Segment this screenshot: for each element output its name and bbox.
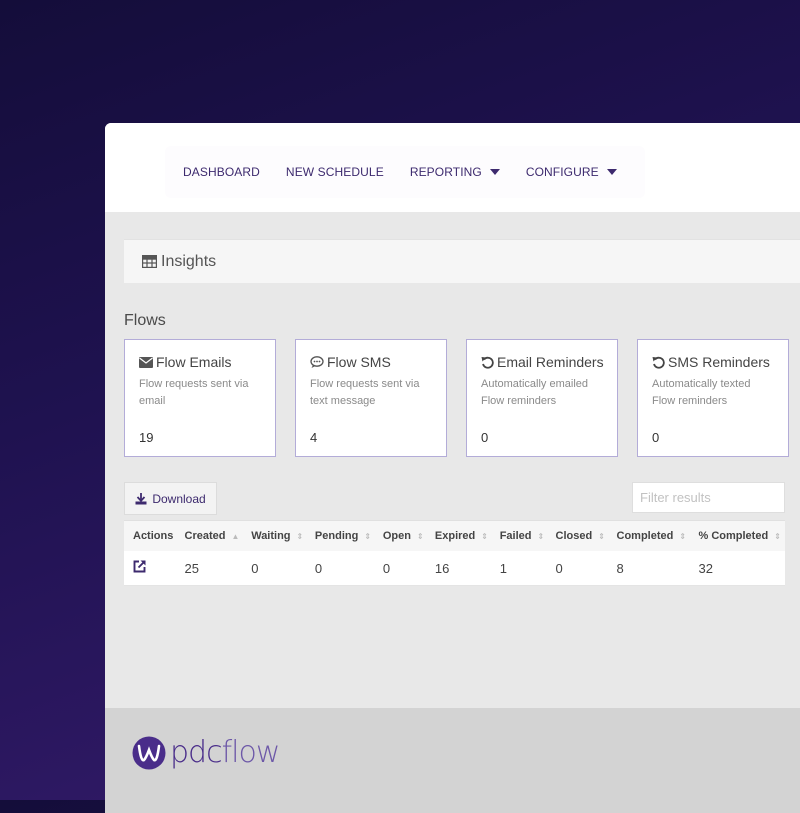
sort-icon: ⇕ (417, 532, 424, 541)
column-header-waiting[interactable]: Waiting⇕ (242, 521, 306, 552)
sort-icon: ⇕ (364, 532, 371, 541)
cell-open: 0 (374, 551, 426, 586)
nav-dashboard[interactable]: DASHBOARD (183, 165, 260, 179)
cell-pending: 0 (306, 551, 374, 586)
table-row: 25 0 0 0 16 1 0 8 32 (124, 551, 785, 586)
nav-label: REPORTING (410, 165, 482, 179)
column-header-completed[interactable]: Completed⇕ (608, 521, 690, 552)
main-nav: DASHBOARD NEW SCHEDULE REPORTING CONFIGU… (165, 146, 645, 198)
flows-table: Actions Created▲ Waiting⇕ Pending⇕ Open⇕… (124, 520, 785, 586)
section-title: Flows (124, 312, 166, 330)
sort-asc-icon: ▲ (231, 532, 239, 541)
card-description: Automatically emailed Flow reminders (481, 376, 603, 410)
sort-icon: ⇕ (537, 532, 544, 541)
download-label: Download (152, 492, 205, 506)
nav-label: DASHBOARD (183, 165, 260, 179)
pdcflow-logo: pdcflow (132, 735, 279, 770)
cell-completed: 8 (608, 551, 690, 586)
card-title: Flow SMS (327, 354, 391, 370)
column-header-failed[interactable]: Failed⇕ (491, 521, 547, 552)
card-flow-emails: Flow Emails Flow requests sent via email… (124, 339, 276, 457)
column-header-closed[interactable]: Closed⇕ (547, 521, 608, 552)
card-email-reminders: Email Reminders Automatically emailed Fl… (466, 339, 618, 457)
footer: pdcflow (105, 708, 800, 813)
column-header-open[interactable]: Open⇕ (374, 521, 426, 552)
card-description: Flow requests sent via email (139, 376, 261, 410)
cell-failed: 1 (491, 551, 547, 586)
top-bar: DASHBOARD NEW SCHEDULE REPORTING CONFIGU… (105, 123, 800, 212)
column-header-expired[interactable]: Expired⇕ (426, 521, 491, 552)
envelope-icon (139, 357, 153, 368)
nav-reporting[interactable]: REPORTING (410, 165, 500, 179)
sort-icon: ⇕ (297, 532, 304, 541)
cell-created: 25 (176, 551, 243, 586)
logo-text: pdcflow (170, 735, 279, 770)
card-flow-sms: Flow SMS Flow requests sent via text mes… (295, 339, 447, 457)
card-title: Email Reminders (497, 354, 604, 370)
column-header-percent-completed[interactable]: % Completed⇕ (690, 521, 786, 552)
page-title: Insights (161, 253, 216, 271)
card-sms-reminders: SMS Reminders Automatically texted Flow … (637, 339, 789, 457)
card-value: 19 (139, 430, 153, 445)
logo-mark-icon (132, 736, 166, 770)
card-value: 0 (652, 430, 659, 445)
nav-label: CONFIGURE (526, 165, 599, 179)
insights-panel-header: Insights (124, 239, 800, 283)
cell-percent-completed: 32 (690, 551, 786, 586)
sort-icon: ⇕ (598, 532, 605, 541)
column-header-pending[interactable]: Pending⇕ (306, 521, 374, 552)
undo-icon (652, 356, 665, 369)
flow-cards: Flow Emails Flow requests sent via email… (124, 339, 800, 457)
sort-icon: ⇕ (679, 532, 686, 541)
card-description: Automatically texted Flow reminders (652, 376, 774, 410)
table-icon (142, 255, 157, 268)
filter-results-input[interactable] (632, 482, 785, 513)
nav-label: NEW SCHEDULE (286, 165, 384, 179)
caret-down-icon (607, 169, 617, 175)
cell-waiting: 0 (242, 551, 306, 586)
card-title: SMS Reminders (668, 354, 770, 370)
app-window: DASHBOARD NEW SCHEDULE REPORTING CONFIGU… (105, 123, 800, 813)
card-description: Flow requests sent via text message (310, 376, 432, 410)
cell-closed: 0 (547, 551, 608, 586)
card-value: 0 (481, 430, 488, 445)
row-actions (124, 551, 176, 586)
sort-icon: ⇕ (481, 532, 488, 541)
download-icon (135, 493, 147, 505)
column-header-created[interactable]: Created▲ (176, 521, 243, 552)
nav-configure[interactable]: CONFIGURE (526, 165, 617, 179)
caret-down-icon (490, 169, 500, 175)
download-button[interactable]: Download (124, 482, 217, 515)
undo-icon (481, 356, 494, 369)
nav-new-schedule[interactable]: NEW SCHEDULE (286, 165, 384, 179)
card-title: Flow Emails (156, 354, 231, 370)
cell-expired: 16 (426, 551, 491, 586)
external-link-icon[interactable] (133, 560, 146, 573)
table-header-row: Actions Created▲ Waiting⇕ Pending⇕ Open⇕… (124, 521, 785, 552)
sort-icon: ⇕ (774, 532, 781, 541)
card-value: 4 (310, 430, 317, 445)
comment-icon (310, 356, 324, 369)
column-header-actions: Actions (124, 521, 176, 552)
